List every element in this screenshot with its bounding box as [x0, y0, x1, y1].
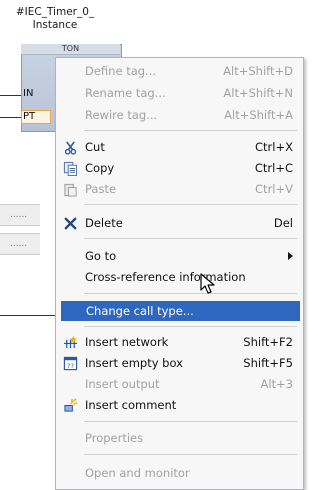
menu-item-cut[interactable]: Cut Ctrl+X	[60, 137, 297, 157]
mouse-pointer-icon	[200, 273, 215, 294]
rewire-tag-label: Rewire tag...	[85, 108, 158, 122]
operand-placeholder-2[interactable]: ......	[0, 233, 40, 255]
rewire-tag-shortcut: Alt+Shift+A	[224, 108, 293, 122]
menu-item-delete[interactable]: Delete Del	[60, 213, 297, 233]
menu-item-properties[interactable]: Properties	[60, 428, 297, 448]
placeholder-text-2: ......	[10, 239, 28, 249]
define-tag-shortcut: Alt+Shift+D	[223, 64, 293, 78]
menu-separator	[84, 238, 297, 239]
menu-item-change-call-type[interactable]: Change call type...	[61, 301, 300, 321]
context-menu: Define tag... Alt+Shift+D Rename tag... …	[55, 57, 304, 490]
menu-separator	[84, 130, 297, 131]
delete-shortcut: Del	[273, 216, 293, 230]
menu-separator	[84, 293, 297, 294]
menu-separator	[84, 326, 297, 327]
properties-label: Properties	[85, 431, 144, 445]
paste-shortcut: Ctrl+V	[255, 182, 293, 196]
menu-item-paste[interactable]: Paste Ctrl+V	[60, 179, 297, 199]
change-call-type-label: Change call type...	[86, 304, 194, 318]
scissors-icon	[64, 141, 77, 155]
insert-output-label: Insert output	[85, 377, 160, 391]
menu-item-open-and-monitor[interactable]: Open and monitor	[60, 463, 297, 483]
paste-icon	[64, 183, 77, 197]
insert-network-shortcut: Shift+F2	[243, 335, 293, 349]
insert-network-label: Insert network	[85, 335, 169, 349]
menu-item-insert-empty-box[interactable]: ?? Insert empty box Shift+F5	[60, 353, 297, 373]
paste-label: Paste	[85, 182, 117, 196]
svg-text:??: ??	[67, 362, 74, 370]
pin-in-label: IN	[23, 88, 34, 99]
insert-empty-box-shortcut: Shift+F5	[243, 356, 293, 370]
insert-output-shortcut: Alt+3	[260, 377, 293, 391]
rename-tag-label: Rename tag...	[85, 86, 166, 100]
comment-icon	[64, 398, 78, 412]
cut-label: Cut	[85, 140, 105, 154]
placeholder-text-1: ......	[10, 210, 28, 220]
instance-title-line2: Instance	[32, 19, 78, 31]
menu-separator	[84, 421, 297, 422]
menu-item-cross-reference[interactable]: Cross-reference information	[60, 267, 297, 287]
delete-label: Delete	[85, 216, 123, 230]
menu-item-rewire-tag[interactable]: Rewire tag... Alt+Shift+A	[60, 105, 297, 125]
insert-empty-box-label: Insert empty box	[85, 356, 183, 370]
define-tag-label: Define tag...	[85, 64, 157, 78]
go-to-label: Go to	[85, 249, 117, 263]
menu-item-rename-tag[interactable]: Rename tag... Alt+Shift+N	[60, 83, 297, 103]
menu-item-go-to[interactable]: Go to	[60, 246, 297, 266]
in-connection-line	[0, 95, 21, 96]
copy-icon	[63, 161, 78, 176]
timer-block-type: TON	[61, 44, 80, 53]
copy-label: Copy	[85, 161, 115, 175]
operand-placeholder-1[interactable]: ......	[0, 204, 40, 226]
menu-item-define-tag[interactable]: Define tag... Alt+Shift+D	[60, 61, 297, 81]
menu-item-insert-comment[interactable]: Insert comment	[60, 395, 297, 415]
menu-separator	[84, 204, 297, 205]
instance-title: #IEC_Timer_0_ Instance	[0, 6, 110, 32]
menu-item-insert-network[interactable]: Insert network Shift+F2	[60, 332, 297, 352]
open-and-monitor-label: Open and monitor	[85, 466, 190, 480]
empty-box-icon: ??	[63, 356, 78, 370]
timer-block-header: TON	[21, 44, 120, 55]
menu-separator	[84, 454, 297, 455]
pin-pt-label: PT	[23, 111, 36, 122]
cut-shortcut: Ctrl+X	[255, 140, 293, 154]
rename-tag-shortcut: Alt+Shift+N	[223, 86, 293, 100]
instance-title-line1: #IEC_Timer_0_	[15, 6, 95, 18]
cross-reference-label: Cross-reference information	[85, 270, 246, 284]
delete-x-icon	[64, 217, 77, 230]
network-wire	[0, 315, 60, 316]
insert-network-icon	[63, 335, 78, 349]
insert-comment-label: Insert comment	[85, 398, 177, 412]
menu-item-insert-output[interactable]: Insert output Alt+3	[60, 374, 297, 394]
menu-item-copy[interactable]: Copy Ctrl+C	[60, 158, 297, 178]
submenu-arrow-icon	[288, 252, 293, 260]
pt-connection-line	[0, 117, 21, 118]
copy-shortcut: Ctrl+C	[254, 161, 293, 175]
